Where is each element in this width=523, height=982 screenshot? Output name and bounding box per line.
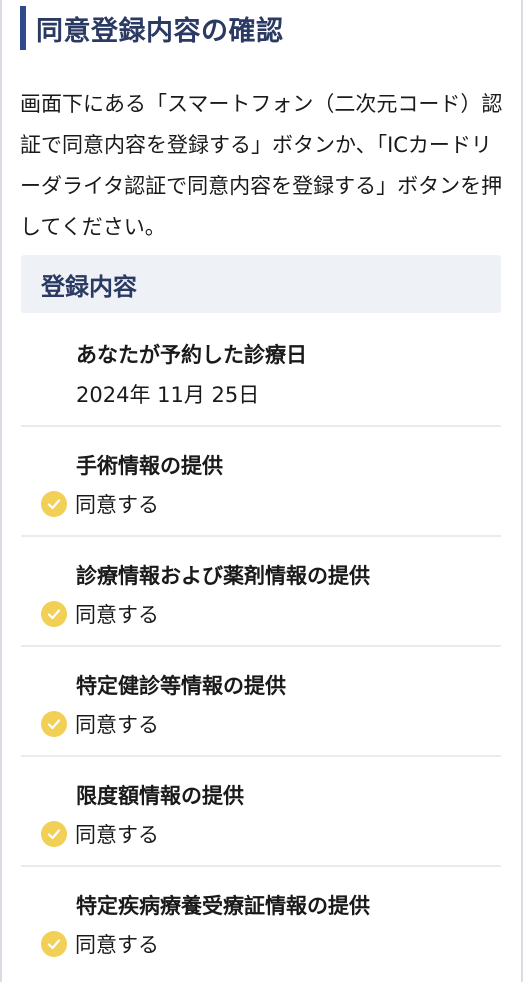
page-heading: 同意登録内容の確認 bbox=[20, 6, 503, 50]
consent-status: 同意する bbox=[75, 933, 159, 957]
check-circle-icon bbox=[41, 491, 67, 517]
frame-left-border bbox=[0, 0, 2, 982]
consent-item-label: 特定健診等情報の提供 bbox=[76, 674, 286, 698]
consent-item-label: 手術情報の提供 bbox=[76, 454, 223, 478]
consent-item-label: 限度額情報の提供 bbox=[76, 784, 244, 808]
consent-status: 同意する bbox=[75, 493, 159, 517]
check-circle-icon bbox=[41, 821, 67, 847]
consent-status: 同意する bbox=[75, 603, 159, 627]
page-title: 同意登録内容の確認 bbox=[36, 15, 284, 47]
consent-item-label: 特定疾病療養受療証情報の提供 bbox=[76, 894, 370, 918]
check-circle-icon bbox=[41, 601, 67, 627]
appointment-date-value: 2024年 11月 25日 bbox=[76, 383, 260, 407]
instructions-text: 画面下にある「スマートフォン（二次元コード）認証で同意内容を登録する」ボタンか、… bbox=[20, 92, 503, 239]
registration-section-header: 登録内容 bbox=[21, 255, 501, 313]
appointment-date-item: あなたが予約した診療日 2024年 11月 25日 bbox=[21, 313, 501, 425]
heading-accent-bar bbox=[20, 6, 26, 50]
consent-item-limit-amount: 限度額情報の提供 同意する bbox=[21, 757, 501, 865]
consent-item-health-checkup: 特定健診等情報の提供 同意する bbox=[21, 647, 501, 755]
consent-item-surgery: 手術情報の提供 同意する bbox=[21, 427, 501, 535]
check-circle-icon bbox=[41, 931, 67, 957]
check-circle-icon bbox=[41, 711, 67, 737]
consent-item-specific-disease: 特定疾病療養受療証情報の提供 同意する bbox=[21, 867, 501, 975]
consent-item-medical-drug-info: 診療情報および薬剤情報の提供 同意する bbox=[21, 537, 501, 645]
consent-item-label: 診療情報および薬剤情報の提供 bbox=[76, 564, 370, 588]
consent-status: 同意する bbox=[75, 823, 159, 847]
appointment-date-label: あなたが予約した診療日 bbox=[76, 343, 307, 367]
section-title: 登録内容 bbox=[41, 272, 137, 301]
consent-status: 同意する bbox=[75, 713, 159, 737]
